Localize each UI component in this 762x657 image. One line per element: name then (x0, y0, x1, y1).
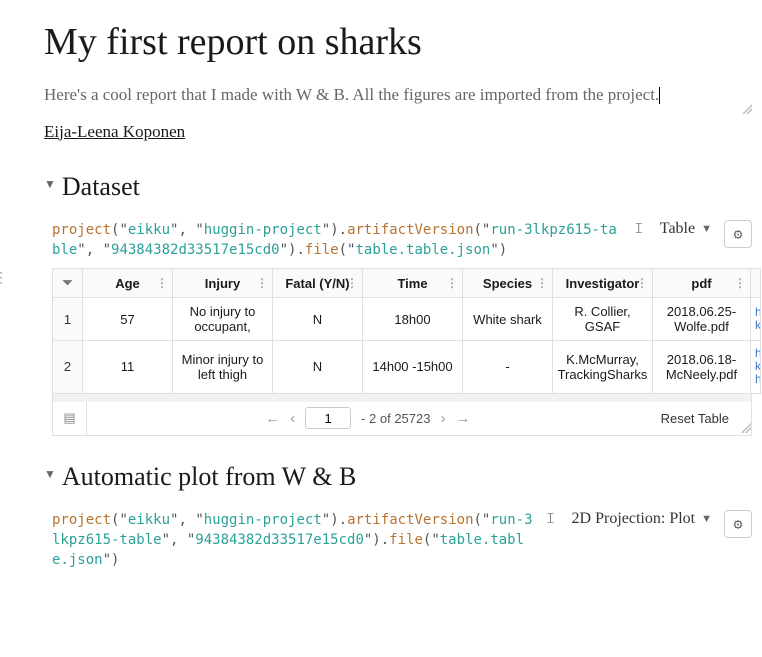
gear-icon: ⚙ (733, 225, 742, 243)
drag-handle-icon[interactable]: ⋮ (0, 270, 8, 287)
cell-fatal[interactable]: N (273, 298, 363, 341)
cell-time[interactable]: 14h00 -15h00 (363, 341, 463, 394)
cell-pdf[interactable]: 2018.06.18-McNeely.pdf (653, 341, 751, 394)
report-title[interactable]: My first report on sharks (44, 20, 752, 64)
table-row: 2 11 Minor injury to left thigh N 14h00 … (53, 341, 761, 394)
disclosure-triangle-icon[interactable]: ▼ (44, 467, 56, 482)
view-type-select[interactable]: 2D Projection: Plot ▼ (568, 510, 716, 528)
text-cursor (659, 87, 660, 104)
disclosure-triangle-icon[interactable]: ▼ (44, 177, 56, 192)
text-cursor-icon[interactable]: 𝙸 (630, 220, 648, 238)
cell-href[interactable]: h k (751, 298, 761, 341)
cell-age[interactable]: 11 (83, 341, 173, 394)
cell-age[interactable]: 57 (83, 298, 173, 341)
data-table: ⏷ Age⋮ Injury⋮ Fatal (Y/N)⋮ Time⋮ Specie… (52, 268, 761, 394)
chevron-down-icon: ▼ (701, 513, 712, 525)
panel-settings-button[interactable]: ⚙ (724, 220, 752, 248)
column-menu-icon[interactable]: ⋮ (156, 276, 168, 290)
query-fn: artifactVersion (347, 512, 473, 528)
pager-range-text: - 2 of 25723 (361, 411, 430, 426)
query-str: huggin-project (204, 222, 322, 238)
filter-column-button[interactable]: ⏷ (53, 269, 83, 298)
panel-settings-button[interactable]: ⚙ (724, 510, 752, 538)
column-menu-icon[interactable]: ⋮ (734, 276, 746, 290)
cell-species[interactable]: White shark (463, 298, 553, 341)
column-menu-icon[interactable]: ⋮ (346, 276, 358, 290)
chevron-down-icon: ▼ (701, 223, 712, 235)
cell-href[interactable]: h k h (751, 341, 761, 394)
weave-query[interactable]: project("eikku", "huggin-project").artif… (52, 510, 534, 571)
row-index: 2 (53, 341, 83, 394)
view-label: Table (660, 220, 695, 238)
table-pager: ▤ ← ‹ - 2 of 25723 › → Reset Table (52, 402, 752, 436)
column-header-overflow (751, 269, 761, 298)
section-title-dataset: Dataset (62, 172, 140, 202)
section-title-plot: Automatic plot from W & B (62, 462, 356, 492)
column-header-fatal[interactable]: Fatal (Y/N)⋮ (273, 269, 363, 298)
report-subtitle[interactable]: Here's a cool report that I made with W … (44, 82, 752, 108)
pager-first-icon[interactable]: ← (265, 410, 280, 427)
query-str: eikku (128, 222, 170, 238)
column-menu-icon[interactable]: ⋮ (536, 276, 548, 290)
cell-time[interactable]: 18h00 (363, 298, 463, 341)
cell-injury[interactable]: No injury to occupant, (173, 298, 273, 341)
column-header-age[interactable]: Age⋮ (83, 269, 173, 298)
horizontal-scrollbar[interactable] (52, 394, 752, 402)
cell-investigator[interactable]: K.McMurray, TrackingSharks (553, 341, 653, 394)
column-menu-icon[interactable]: ⋮ (446, 276, 458, 290)
pager-prev-icon[interactable]: ‹ (290, 410, 295, 427)
filter-icon: ⏷ (62, 275, 72, 290)
cell-investigator[interactable]: R. Collier, GSAF (553, 298, 653, 341)
resize-handle-icon[interactable] (741, 423, 751, 433)
query-str: huggin-project (204, 512, 322, 528)
query-fn: artifactVersion (347, 222, 473, 238)
column-header-species[interactable]: Species⋮ (463, 269, 553, 298)
weave-query[interactable]: project("eikku", "huggin-project").artif… (52, 220, 622, 261)
table-row: 1 57 No injury to occupant, N 18h00 Whit… (53, 298, 761, 341)
column-header-injury[interactable]: Injury⋮ (173, 269, 273, 298)
query-str: eikku (128, 512, 170, 528)
gear-icon: ⚙ (733, 515, 742, 533)
pager-last-icon[interactable]: → (455, 410, 470, 427)
text-cursor-icon[interactable]: 𝙸 (542, 510, 560, 528)
column-menu-icon[interactable]: ⋮ (636, 276, 648, 290)
cell-fatal[interactable]: N (273, 341, 363, 394)
column-header-pdf[interactable]: pdf⋮ (653, 269, 751, 298)
view-label: 2D Projection: Plot (572, 510, 696, 528)
query-str: 94384382d33517e15cd0 (111, 242, 280, 258)
pager-next-icon[interactable]: › (440, 410, 445, 427)
cell-injury[interactable]: Minor injury to left thigh (173, 341, 273, 394)
rows-per-page-button[interactable]: ▤ (53, 402, 87, 435)
query-fn: project (52, 512, 111, 528)
query-fn: project (52, 222, 111, 238)
view-type-select[interactable]: Table ▼ (656, 220, 716, 238)
column-header-time[interactable]: Time⋮ (363, 269, 463, 298)
cell-species[interactable]: - (463, 341, 553, 394)
query-fn: file (389, 532, 423, 548)
query-str: table.table.json (355, 242, 490, 258)
column-header-investigator[interactable]: Investigator⋮ (553, 269, 653, 298)
query-str: 94384382d33517e15cd0 (195, 532, 364, 548)
column-menu-icon[interactable]: ⋮ (256, 276, 268, 290)
pager-page-input[interactable] (305, 407, 351, 429)
reset-table-button[interactable]: Reset Table (649, 411, 741, 426)
row-index: 1 (53, 298, 83, 341)
subtitle-text: Here's a cool report that I made with W … (44, 85, 659, 104)
cell-pdf[interactable]: 2018.06.25-Wolfe.pdf (653, 298, 751, 341)
author-link[interactable]: Eija-Leena Koponen (44, 122, 185, 142)
query-fn: file (305, 242, 339, 258)
